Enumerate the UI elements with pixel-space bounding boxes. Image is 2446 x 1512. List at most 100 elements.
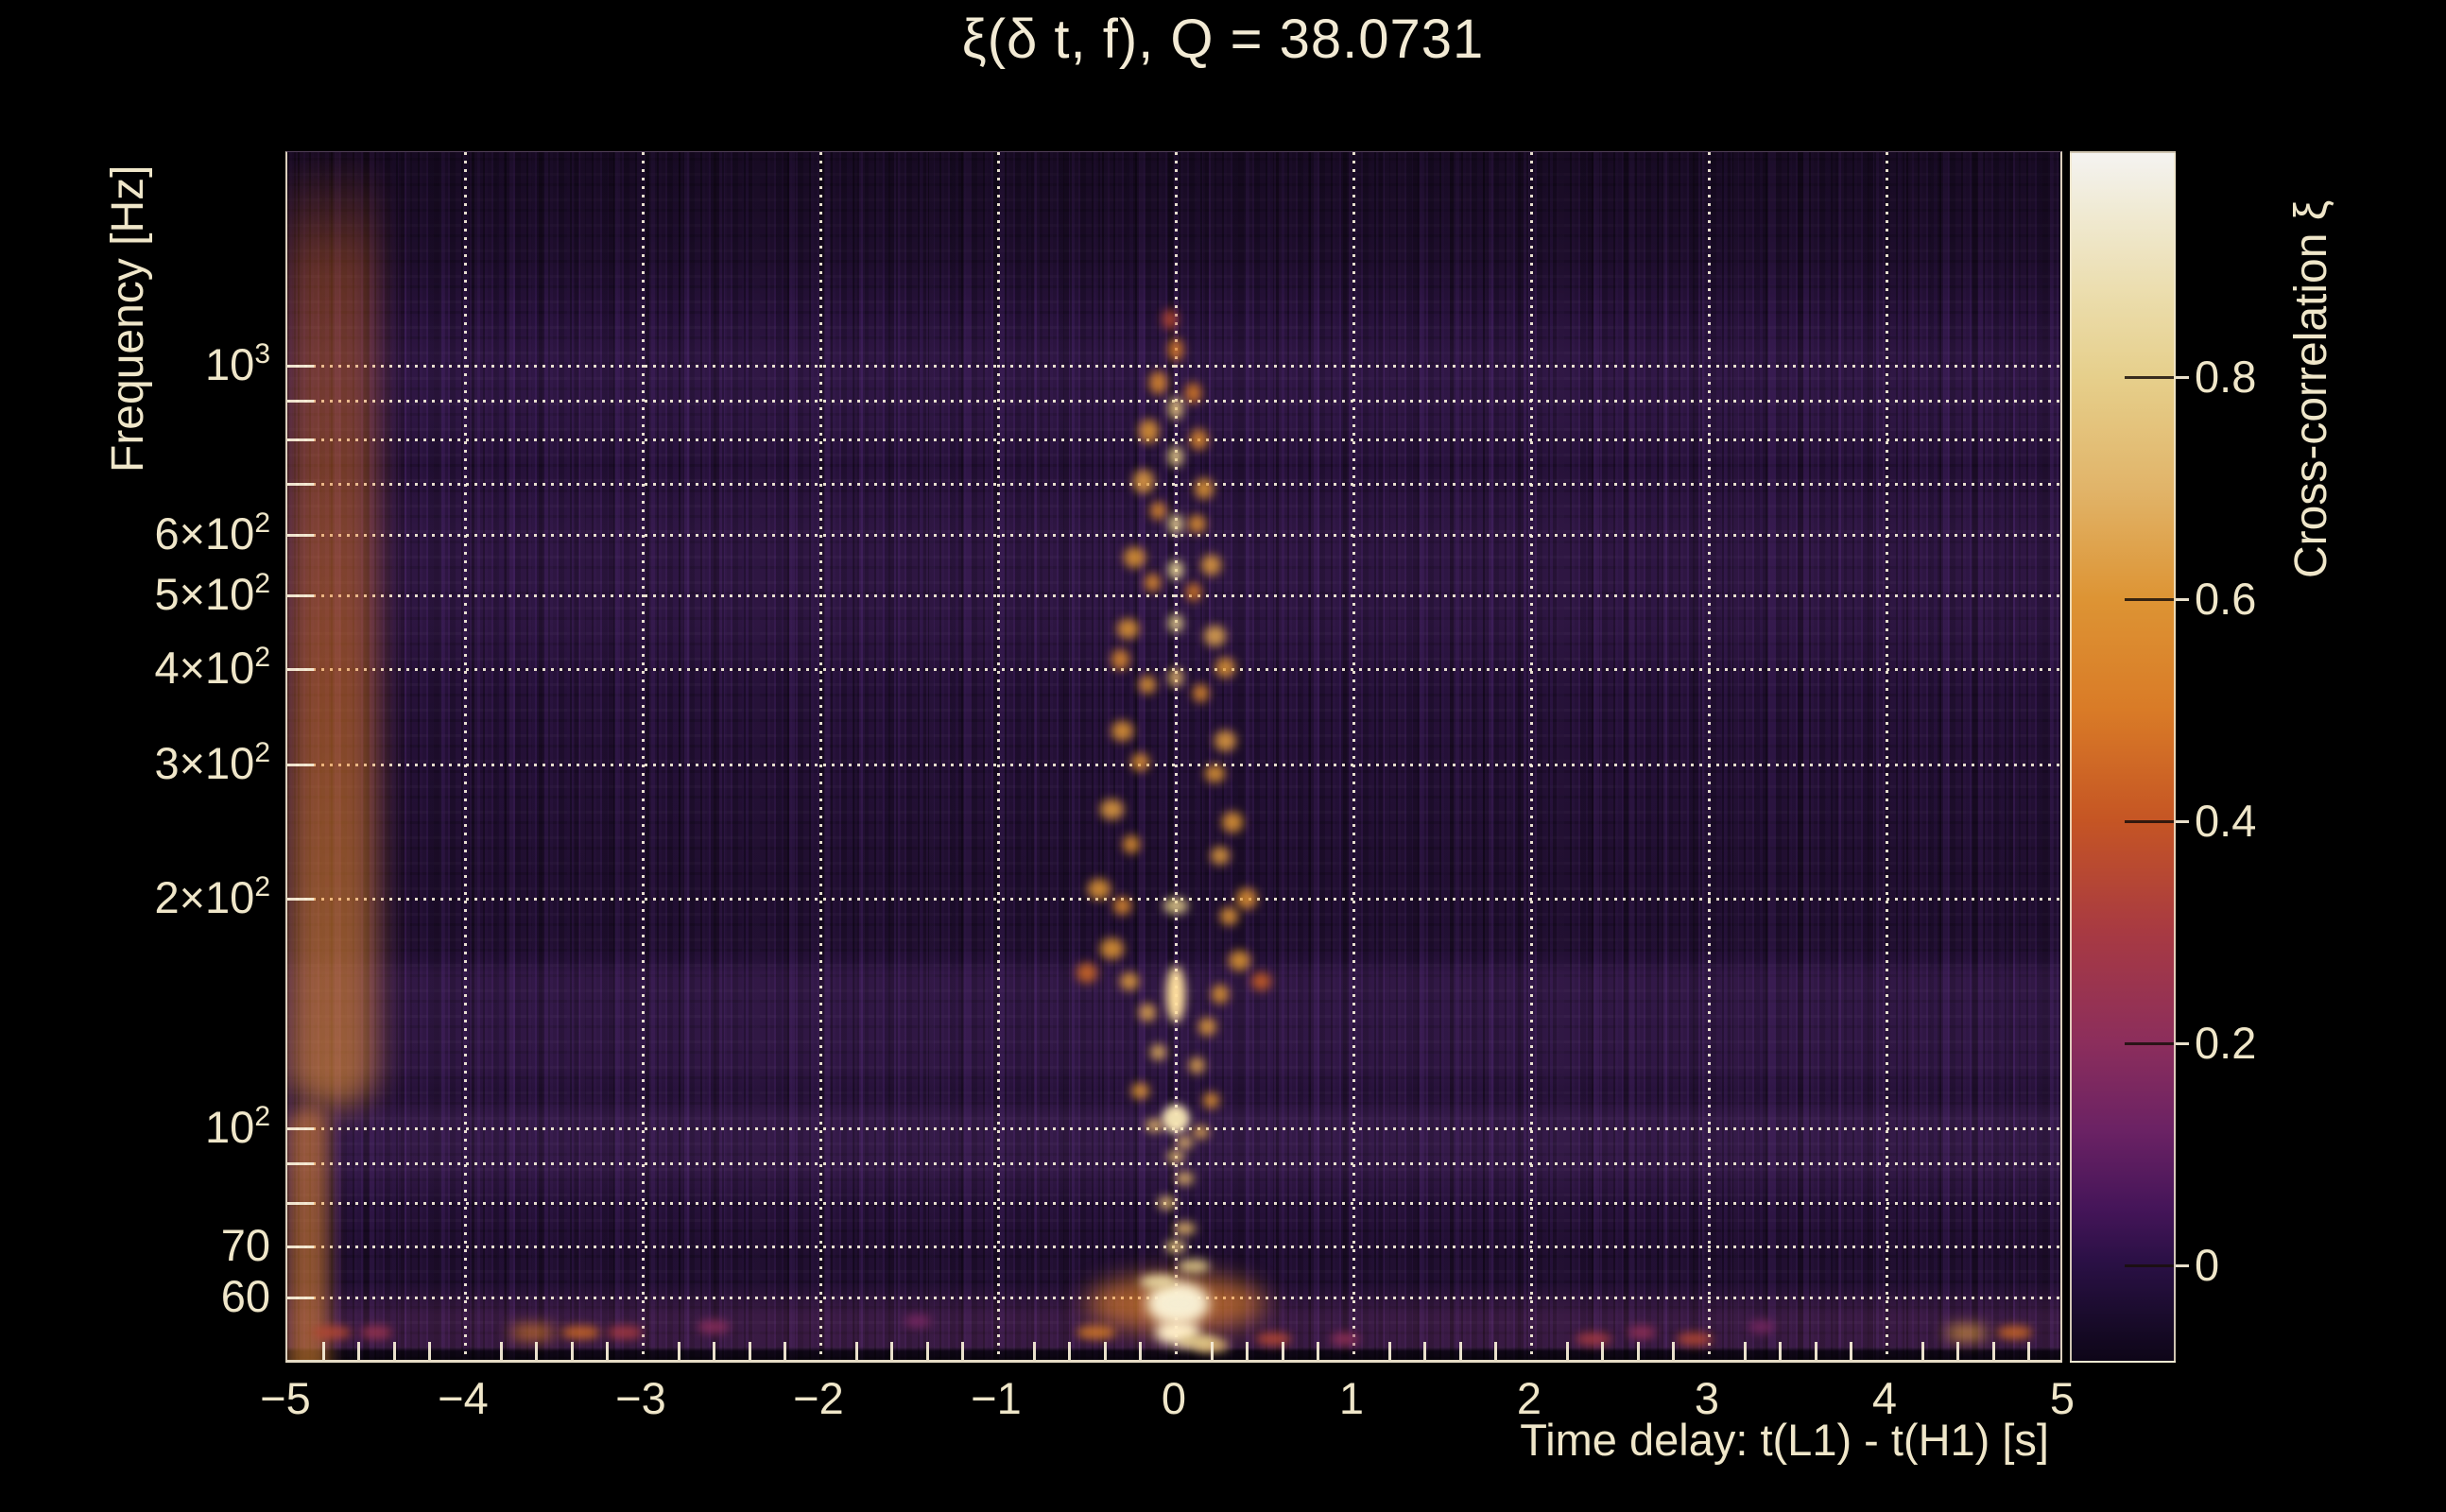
gridline-y-800	[287, 438, 2060, 442]
gridline-y-90	[287, 1162, 2060, 1166]
hotspot	[1174, 1221, 1196, 1235]
hotspot	[1250, 971, 1271, 991]
spectrogram-frequency-bands	[287, 152, 2060, 1360]
colorbar	[2070, 151, 2176, 1363]
hotspot	[1145, 1118, 1163, 1133]
hotspot	[1111, 720, 1133, 742]
hotspot	[1100, 799, 1124, 820]
gridline-x-4	[1886, 152, 1888, 1360]
x-minor-tick	[1423, 1342, 1427, 1360]
y-axis-title: Frequency [Hz]	[103, 164, 153, 472]
colorbar-tick-label-0: 0	[2195, 1239, 2220, 1290]
hotspot	[1140, 1275, 1176, 1289]
hotspot	[1255, 1332, 1292, 1346]
hotspot	[1210, 846, 1231, 865]
colorbar-tick-label-0.6: 0.6	[2195, 573, 2257, 624]
y-tick-label-500: 5×102	[154, 568, 270, 619]
hotspot	[1192, 1125, 1209, 1140]
gridline-x-3	[1708, 152, 1711, 1360]
x-minor-tick	[1068, 1342, 1072, 1360]
x-minor-tick	[1246, 1342, 1249, 1360]
hotspot	[1220, 906, 1238, 925]
y-tick-300	[287, 764, 314, 767]
x-minor-tick	[1956, 1342, 1960, 1360]
x-minor-tick	[854, 1342, 858, 1360]
x-minor-tick	[677, 1342, 680, 1360]
colorbar-tick-nub-0.2	[2176, 1041, 2189, 1045]
hotspot	[1122, 834, 1141, 853]
hotspot	[1124, 547, 1146, 569]
y-tick-70	[287, 1246, 314, 1249]
hotspot	[1138, 1003, 1157, 1022]
gridline-y-700	[287, 483, 2060, 487]
colorbar-tick-0.6	[2125, 597, 2174, 601]
x-minor-tick	[1672, 1342, 1676, 1360]
hotspot	[1163, 897, 1189, 914]
hotspot	[1168, 668, 1183, 687]
gridline-x-2	[1530, 152, 1533, 1360]
hotspot	[1185, 582, 1201, 602]
x-minor-tick	[1210, 1342, 1214, 1360]
y-axis-tick-labels: 103 6×102 5×102 4×102 3×102 2×102 102 70 60	[38, 0, 270, 1512]
heatmap-plot-area	[285, 151, 2062, 1363]
hotspot	[1204, 626, 1226, 647]
gridline-x--1	[997, 152, 1000, 1360]
colorbar-tick-label-0.2: 0.2	[2195, 1017, 2257, 1068]
ridge-inner-glow	[287, 1107, 329, 1360]
y-tick-800	[287, 438, 314, 442]
x-minor-tick	[357, 1342, 361, 1360]
x-minor-tick	[1743, 1342, 1747, 1360]
hotspot	[1177, 1260, 1210, 1273]
hotspot	[1168, 560, 1183, 579]
gridline-y-600	[287, 534, 2060, 538]
figure-canvas: ξ(δ t, f), Q = 38.0731 103 6×102 5×102 4×10…	[0, 0, 2446, 1512]
y-tick-500	[287, 594, 314, 597]
y-tick-label-100: 102	[205, 1101, 270, 1153]
colorbar-tick-0.8	[2125, 375, 2174, 379]
x-minor-tick	[499, 1342, 503, 1360]
x-minor-tick	[1779, 1342, 1783, 1360]
colorbar-title: Cross-correlation ξ	[2286, 199, 2336, 578]
hotspot	[1168, 446, 1183, 468]
hotspot	[1148, 370, 1167, 395]
hotspot	[1111, 648, 1130, 670]
ridge-knot-150hz	[1166, 966, 1185, 1023]
x-minor-tick	[1991, 1342, 1995, 1360]
y-tick-600	[287, 534, 314, 538]
colorbar-tick-nub-0.6	[2176, 597, 2189, 601]
x-minor-tick	[1814, 1342, 1817, 1360]
hotspot	[1677, 1332, 1713, 1346]
x-minor-tick	[428, 1342, 432, 1360]
colorbar-tick-nub-0	[2176, 1263, 2189, 1267]
x-minor-tick	[1387, 1342, 1391, 1360]
x-minor-tick	[1636, 1342, 1640, 1360]
gridline-x--2	[819, 152, 822, 1360]
x-minor-tick	[748, 1342, 751, 1360]
hotspot	[1176, 1172, 1194, 1186]
gridline-x-1	[1352, 152, 1355, 1360]
hotspot	[1152, 1295, 1206, 1312]
y-tick-100	[287, 1127, 314, 1131]
x-minor-tick	[1281, 1342, 1284, 1360]
y-tick-label-200: 2×102	[154, 871, 270, 923]
y-tick-label-70: 70	[220, 1220, 270, 1271]
hotspot	[1201, 554, 1221, 576]
x-minor-tick	[535, 1342, 539, 1360]
x-minor-tick	[1032, 1342, 1036, 1360]
hotspot	[1139, 420, 1160, 443]
hotspot	[1214, 730, 1236, 752]
y-tick-label-300: 3×102	[154, 737, 270, 789]
hotspot	[1087, 879, 1111, 900]
y-tick-200	[287, 898, 314, 902]
x-minor-tick	[1601, 1342, 1605, 1360]
chart-title: ξ(δ t, f), Q = 38.0731	[961, 9, 1485, 70]
hotspot	[1116, 618, 1139, 640]
hotspot	[1149, 1043, 1166, 1060]
hotspot	[1330, 1332, 1359, 1346]
x-minor-tick	[890, 1342, 894, 1360]
gridline-x--4	[464, 152, 467, 1360]
x-minor-tick	[961, 1342, 965, 1360]
y-tick-90	[287, 1162, 314, 1166]
colorbar-tick-0.2	[2125, 1041, 2174, 1045]
hotspot	[1211, 985, 1230, 1004]
